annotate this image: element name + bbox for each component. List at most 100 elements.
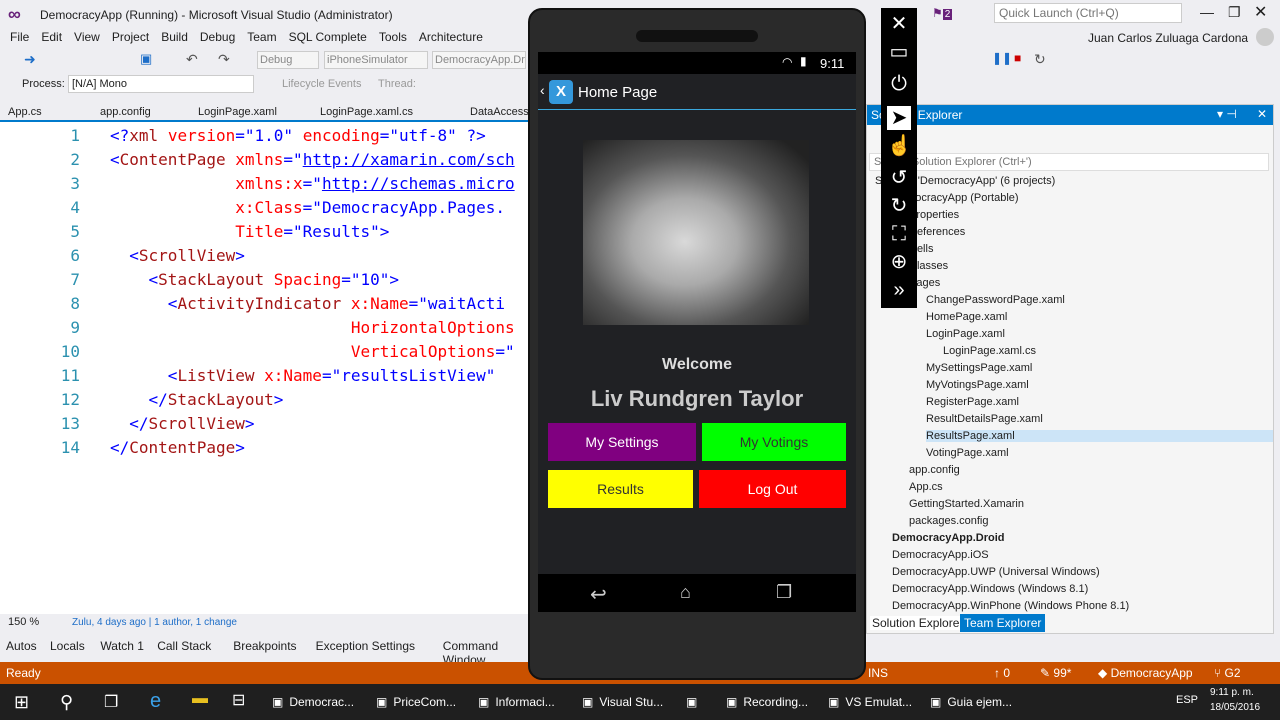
startup-project-select[interactable]: DemocracyApp.Dr (432, 51, 526, 69)
tree-item[interactable]: RegisterPage.xaml (926, 396, 1019, 408)
tree-item[interactable]: ResultsPage.xaml (926, 430, 1273, 442)
user-name[interactable]: Juan Carlos Zuluaga Cardona (1088, 31, 1248, 45)
emulator-screen[interactable]: ◠ ▮ 9:11 ‹ X Home Page Welcome Liv Rundg… (538, 52, 856, 612)
solution-search-input[interactable] (869, 153, 1269, 171)
close-icon[interactable]: ✕ (1254, 2, 1267, 22)
results-button[interactable]: Results (548, 470, 693, 508)
fit-to-screen-icon[interactable]: ⛶ (887, 222, 911, 246)
undo-icon[interactable]: ↶ (186, 51, 198, 68)
repo-name[interactable]: ◆ DemocracyApp (1098, 666, 1193, 680)
windows-start-icon[interactable]: ⊞ (14, 692, 29, 713)
taskbar-app[interactable]: ▣ Visual Stu... (582, 684, 663, 720)
task-view-icon[interactable]: ❐ (104, 692, 118, 712)
menu-debug[interactable]: Debug (194, 28, 241, 46)
taskbar-app[interactable]: ▣ PriceCom... (376, 684, 456, 720)
lifecycle-events-button[interactable]: Lifecycle Events (282, 78, 361, 90)
code-line[interactable]: xmlns:x="http://schemas.micro (110, 174, 514, 193)
code-line[interactable]: <ActivityIndicator x:Name="waitActi (110, 294, 505, 313)
android-home-icon[interactable]: ⌂ (680, 582, 691, 603)
taskbar-app[interactable]: ▣ Recording... (726, 684, 808, 720)
tab-dataaccess[interactable]: DataAccess (470, 106, 529, 118)
code-line[interactable]: x:Class="DemocracyApp.Pages. (110, 198, 505, 217)
configuration-select[interactable]: Debug (257, 51, 319, 69)
stop-icon[interactable]: ■ (1014, 51, 1021, 65)
tree-item[interactable]: DemocracyApp.Droid (892, 532, 1004, 544)
log-out-button[interactable]: Log Out (699, 470, 846, 508)
pending-commits[interactable]: ↑ 0 (994, 666, 1010, 680)
save-icon[interactable]: ▣ (140, 51, 152, 67)
code-line[interactable]: HorizontalOptions (110, 318, 515, 337)
clock-date[interactable]: 18/05/2016 (1210, 702, 1260, 713)
back-arrow-icon[interactable]: ‹ (540, 82, 545, 98)
tree-item[interactable]: VotingPage.xaml (926, 447, 1009, 459)
tree-item[interactable]: DemocracyApp.WinPhone (Windows Phone 8.1… (892, 600, 1129, 612)
quick-launch-input[interactable] (994, 3, 1182, 23)
menu-team[interactable]: Team (241, 28, 282, 46)
more-tools-icon[interactable]: » (887, 278, 911, 302)
tree-item[interactable]: DemocracyApp.Windows (Windows 8.1) (892, 583, 1088, 595)
tree-item[interactable]: DemocracyApp.iOS (892, 549, 989, 561)
input-language[interactable]: ESP (1176, 694, 1198, 706)
menu-architecture[interactable]: Architecture (413, 28, 489, 46)
tab-app-config[interactable]: app.config (100, 106, 151, 118)
tab-loginpage-xaml-cs[interactable]: LoginPage.xaml.cs (320, 106, 413, 118)
taskbar-app[interactable]: ▣ Guia ejem... (930, 684, 1012, 720)
file-explorer-icon[interactable]: ▬ (192, 690, 208, 708)
tree-item[interactable]: packages.config (909, 515, 989, 527)
menu-view[interactable]: View (68, 28, 106, 46)
code-line[interactable]: </ScrollView> (110, 414, 254, 433)
code-line[interactable]: </ContentPage> (110, 438, 245, 457)
restart-icon[interactable]: ↻ (1034, 51, 1046, 68)
back-icon[interactable]: ➜ (24, 51, 36, 68)
platform-select[interactable]: iPhoneSimulator (324, 51, 428, 69)
store-icon[interactable]: ⊟ (232, 690, 245, 710)
close-panel-icon[interactable]: ✕ (1257, 107, 1267, 121)
tab-call-stack[interactable]: Call Stack (157, 639, 211, 653)
tree-item[interactable]: MySettingsPage.xaml (926, 362, 1032, 374)
tab-solution-explorer[interactable]: Solution Explorer (870, 616, 966, 630)
tree-item[interactable]: App.cs (909, 481, 943, 493)
zoom-level[interactable]: 150 % (8, 616, 39, 628)
tree-item[interactable]: app.config (909, 464, 960, 476)
tree-item[interactable]: References (909, 226, 965, 238)
clock-time[interactable]: 9:11 p. m. (1210, 687, 1254, 698)
minimize-icon[interactable]: — (1200, 4, 1214, 20)
taskbar-app[interactable]: ▣ (686, 684, 703, 720)
tab-loginpage-xaml[interactable]: LoginPage.xaml (198, 106, 277, 118)
menu-edit[interactable]: Edit (35, 28, 68, 46)
pending-changes[interactable]: ✎ 99* (1040, 666, 1071, 680)
taskbar-app[interactable]: ▣ VS Emulat... (828, 684, 912, 720)
tree-item[interactable]: LoginPage.xaml (926, 328, 1005, 340)
menu-tools[interactable]: Tools (373, 28, 413, 46)
android-back-icon[interactable]: ↩ (590, 582, 607, 607)
tab-team-explorer[interactable]: Team Explorer (960, 614, 1046, 632)
tree-item[interactable]: HomePage.xaml (926, 311, 1007, 323)
rotate-left-icon[interactable]: ↺ (887, 166, 911, 190)
code-line[interactable]: <ContentPage xmlns="http://xamarin.com/s… (110, 150, 515, 169)
taskbar-app[interactable]: ▣ Informaci... (478, 684, 555, 720)
tab-locals[interactable]: Locals (50, 639, 85, 653)
code-line[interactable]: </StackLayout> (110, 390, 284, 409)
tab-autos[interactable]: Autos (6, 639, 37, 653)
my-settings-button[interactable]: My Settings (548, 423, 696, 461)
zoom-icon[interactable]: ⊕ (887, 250, 911, 274)
tree-item[interactable]: GettingStarted.Xamarin (909, 498, 1024, 510)
notification-flag-icon[interactable]: ⚑ 2 (932, 6, 953, 20)
menu-build[interactable]: Build (155, 28, 194, 46)
code-line[interactable]: <ListView x:Name="resultsListView" (110, 366, 496, 385)
touch-icon[interactable]: ☝ (887, 134, 912, 158)
tab-exception-settings[interactable]: Exception Settings (316, 639, 415, 653)
menu-project[interactable]: Project (106, 28, 155, 46)
codelens-blame[interactable]: Zulu, 4 days ago | 1 author, 1 change (72, 617, 237, 628)
tab-app-cs[interactable]: App.cs (8, 106, 42, 118)
tree-item[interactable]: DemocracyApp.UWP (Universal Windows) (892, 566, 1100, 578)
code-line[interactable]: <?xml version="1.0" encoding="utf-8" ?> (110, 126, 486, 145)
android-recents-icon[interactable]: ❐ (776, 582, 792, 603)
tree-item[interactable]: ChangePasswordPage.xaml (926, 294, 1065, 306)
pin-icon[interactable]: ▾ ⊣ (1217, 107, 1237, 121)
power-icon[interactable]: ⏻ (887, 72, 911, 96)
avatar[interactable] (1256, 28, 1274, 46)
emulator-close-icon[interactable]: ✕ (887, 12, 911, 36)
tree-item[interactable]: MyVotingsPage.xaml (926, 379, 1029, 391)
emulator-minimize-icon[interactable]: ▭ (887, 40, 911, 64)
